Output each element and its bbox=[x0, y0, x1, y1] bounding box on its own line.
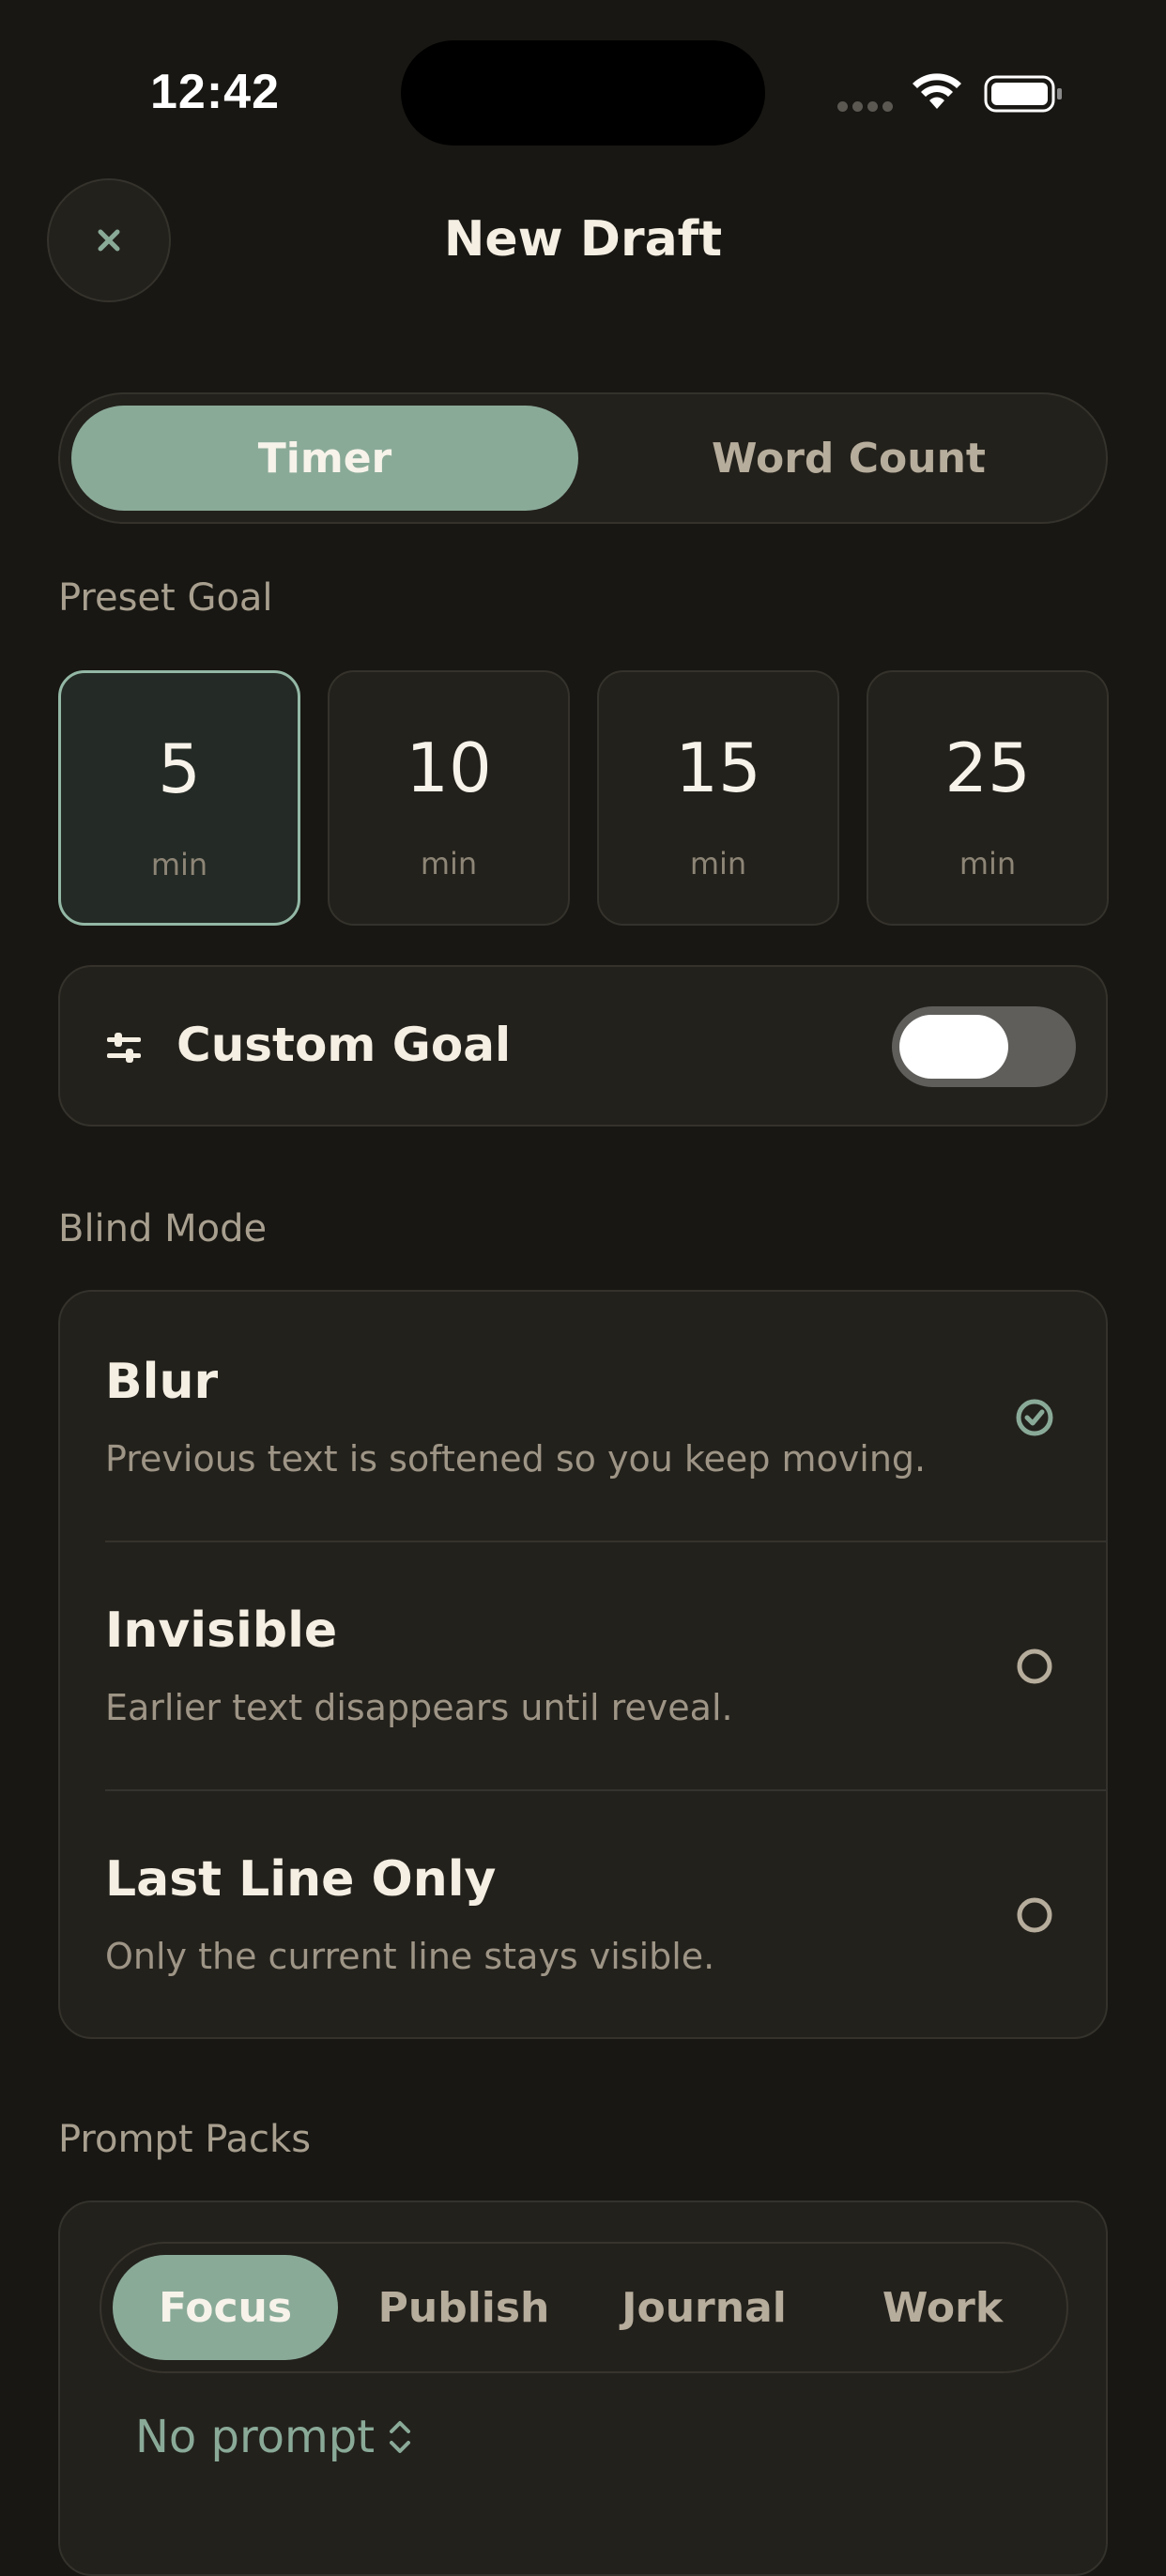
custom-goal-toggle[interactable] bbox=[892, 1006, 1076, 1087]
tab-publish[interactable]: Publish bbox=[351, 2255, 576, 2360]
blind-mode-label: Blind Mode bbox=[58, 1207, 268, 1250]
chevron-up-down-icon bbox=[390, 2421, 411, 2453]
option-description: Only the current line stays visible. bbox=[105, 1936, 715, 1977]
option-title: Last Line Only bbox=[105, 1851, 497, 1908]
cellular-signal-icon bbox=[837, 101, 893, 112]
prompt-packs-label: Prompt Packs bbox=[58, 2118, 312, 2161]
sliders-icon bbox=[107, 1033, 141, 1063]
tab-focus[interactable]: Focus bbox=[113, 2255, 338, 2360]
preset-goal-label: Preset Goal bbox=[58, 576, 273, 620]
prompt-packs-card: Focus Publish Journal Work No prompt bbox=[58, 2200, 1108, 2576]
preset-value: 10 bbox=[406, 728, 492, 807]
preset-unit: min bbox=[150, 847, 208, 882]
segment-word-count[interactable]: Word Count bbox=[605, 406, 1093, 511]
blind-option-last-line-only[interactable]: Last Line Only Only the current line sta… bbox=[60, 1789, 1106, 2038]
tab-work[interactable]: Work bbox=[830, 2255, 1055, 2360]
custom-goal-row: Custom Goal bbox=[58, 965, 1108, 1127]
preset-15-min[interactable]: 15 min bbox=[597, 670, 839, 926]
option-description: Earlier text disappears until reveal. bbox=[105, 1687, 733, 1728]
radio-empty-icon bbox=[1017, 1897, 1052, 1933]
status-time: 12:42 bbox=[150, 65, 280, 119]
page-title: New Draft bbox=[443, 211, 723, 268]
preset-value: 5 bbox=[158, 729, 201, 808]
blind-option-blur[interactable]: Blur Previous text is softened so you ke… bbox=[60, 1292, 1106, 1541]
preset-unit: min bbox=[959, 846, 1017, 882]
custom-goal-label: Custom Goal bbox=[176, 1018, 512, 1072]
tab-journal[interactable]: Journal bbox=[591, 2255, 817, 2360]
option-title: Invisible bbox=[105, 1602, 338, 1659]
segment-timer[interactable]: Timer bbox=[71, 406, 578, 511]
preset-unit: min bbox=[689, 846, 747, 882]
checkmark-circle-icon bbox=[1016, 1399, 1053, 1436]
wifi-icon bbox=[913, 73, 961, 109]
prompt-picker[interactable]: No prompt bbox=[135, 2411, 414, 2463]
toggle-knob bbox=[899, 1015, 1008, 1079]
mode-segmented-control: Timer Word Count bbox=[58, 392, 1108, 524]
blind-option-invisible[interactable]: Invisible Earlier text disappears until … bbox=[60, 1541, 1106, 1789]
battery-icon bbox=[984, 75, 1062, 113]
status-bar: 12:42 bbox=[0, 0, 1166, 188]
preset-10-min[interactable]: 10 min bbox=[328, 670, 570, 926]
preset-value: 15 bbox=[675, 728, 761, 807]
preset-5-min[interactable]: 5 min bbox=[58, 670, 300, 926]
option-title: Blur bbox=[105, 1354, 219, 1410]
blind-mode-card: Blur Previous text is softened so you ke… bbox=[58, 1290, 1108, 2039]
option-description: Previous text is softened so you keep mo… bbox=[105, 1438, 927, 1480]
preset-unit: min bbox=[420, 846, 478, 882]
dynamic-island bbox=[401, 40, 765, 146]
preset-value: 25 bbox=[944, 728, 1031, 807]
prompt-picker-value: No prompt bbox=[135, 2411, 376, 2463]
prompt-pack-tabs: Focus Publish Journal Work bbox=[100, 2242, 1068, 2373]
radio-empty-icon bbox=[1017, 1648, 1052, 1684]
preset-25-min[interactable]: 25 min bbox=[867, 670, 1109, 926]
